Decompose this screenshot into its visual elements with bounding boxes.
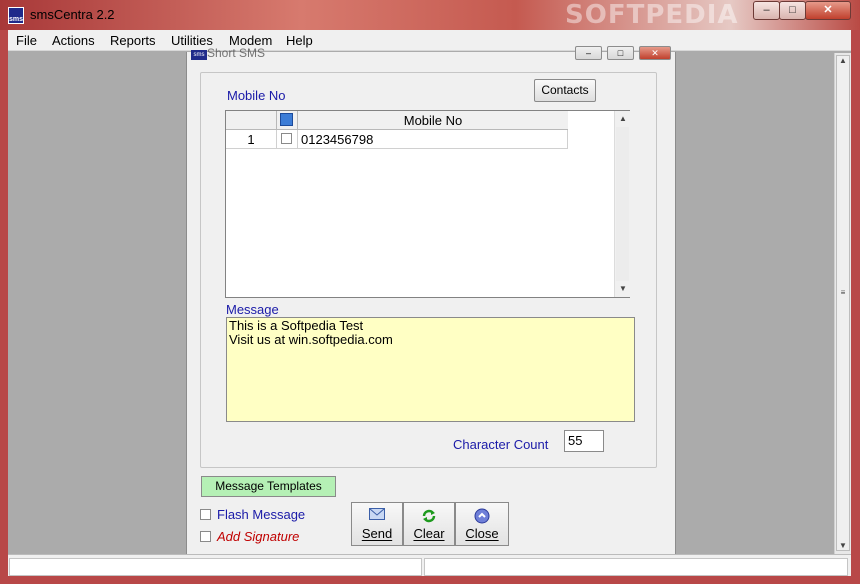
refresh-icon [421,508,437,523]
send-button[interactable]: Send [351,502,403,546]
close-button[interactable]: Close [455,502,509,546]
grid-select-icon[interactable] [280,113,293,126]
add-signature-checkbox[interactable] [200,531,211,542]
close-window-button[interactable]: ✕ [805,1,851,20]
title-bar: sms smsCentra 2.2 SOFTPEDIA – □ ✕ [0,0,860,30]
grid-header-rownum [226,111,277,130]
contacts-button[interactable]: Contacts [534,79,596,102]
grid-row-check-cell[interactable] [277,130,298,149]
short-sms-dialog: sms Short SMS – □ ✕ Mobile No Contacts M… [186,46,676,554]
scroll-down-arrow-icon[interactable]: ▼ [835,538,851,554]
menu-actions[interactable]: Actions [52,33,95,48]
clear-label: Clear [413,526,445,541]
add-signature-label[interactable]: Add Signature [217,529,299,544]
menu-bar: File Actions Reports Utilities Modem Hel… [8,30,851,51]
close-label: Close [465,526,499,541]
watermark: SOFTPEDIA [565,0,739,30]
clear-button[interactable]: Clear [403,502,455,546]
flash-message-label[interactable]: Flash Message [217,507,305,522]
close-circle-icon [474,508,490,524]
recipients-grid[interactable]: Mobile No 1 0123456798 ▲ ▼ [225,110,630,298]
grid-row-number: 1 [226,130,277,149]
dialog-close-button[interactable]: ✕ [639,46,671,60]
message-textarea[interactable] [226,317,635,422]
flash-message-checkbox[interactable] [200,509,211,520]
message-templates-button[interactable]: Message Templates [201,476,336,497]
message-label: Message [226,302,279,317]
status-bar [8,554,851,576]
workspace-scrollbar[interactable]: ▲ ≡ ▼ [834,53,851,554]
dialog-maximize-button[interactable]: □ [607,46,634,60]
maximize-button[interactable]: □ [779,1,806,20]
action-buttons: Send Clear Close [351,502,509,546]
grid-scroll-up-icon[interactable]: ▲ [615,111,631,127]
character-count-label: Character Count [453,437,549,452]
menu-help[interactable]: Help [286,33,313,48]
character-count-field: 55 [564,430,604,452]
scroll-grip-icon: ≡ [840,288,846,297]
status-pane-right [424,558,848,576]
mobile-no-label: Mobile No [227,88,286,103]
grid-scroll-down-icon[interactable]: ▼ [615,281,631,297]
grid-header-select[interactable] [277,111,298,130]
menu-file[interactable]: File [16,33,37,48]
dialog-minimize-button[interactable]: – [575,46,602,60]
grid-row-mobile[interactable]: 0123456798 [298,130,568,149]
grid-header-mobile: Mobile No [298,111,568,130]
grid-scrollbar[interactable]: ▲ ▼ [614,111,630,297]
window-title: smsCentra 2.2 [30,7,115,22]
grid-scrollbar-track[interactable] [616,127,629,281]
minimize-button[interactable]: – [753,1,780,20]
dialog-title: Short SMS [207,46,266,60]
menu-reports[interactable]: Reports [110,33,156,48]
send-label: Send [361,526,393,541]
row-checkbox[interactable] [281,133,292,144]
dialog-icon: sms [191,50,207,60]
app-icon: sms [8,7,24,24]
envelope-icon [369,508,385,522]
sms-group-box: Mobile No Contacts Mobile No 1 012345679… [200,72,657,468]
status-pane-left [9,558,422,576]
scrollbar-thumb[interactable] [836,55,850,551]
scroll-up-arrow-icon[interactable]: ▲ [835,53,851,69]
